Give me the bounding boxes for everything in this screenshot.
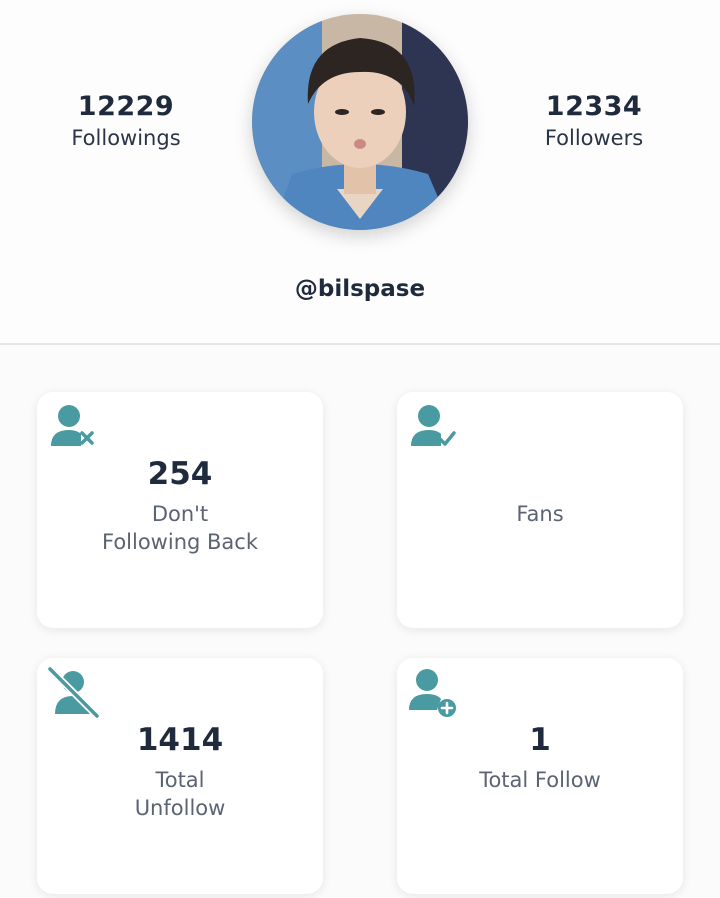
- followers-count: 12334: [545, 91, 643, 122]
- user-plus-icon: [407, 666, 459, 718]
- total-unfollow-count: 1414: [136, 722, 224, 758]
- followers-label: Followers: [544, 126, 644, 150]
- total-unfollow-label: Total Unfollow: [134, 768, 226, 820]
- followers-stat[interactable]: 12334 Followers: [494, 90, 694, 152]
- dont-following-back-label: Don't Following Back: [101, 502, 258, 554]
- user-slash-icon: [47, 666, 99, 718]
- total-unfollow-card[interactable]: 1414 Total Unfollow: [37, 658, 323, 894]
- fans-card[interactable]: Fans: [397, 392, 683, 628]
- followings-stat[interactable]: 12229 Followings: [26, 90, 226, 152]
- avatar-image: [252, 14, 468, 230]
- username: @bilspase: [294, 276, 426, 302]
- profile-header: 12229 Followings 12334 Followers @bilspa…: [0, 0, 720, 345]
- user-x-icon: [47, 400, 99, 452]
- user-check-icon: [407, 400, 459, 452]
- fans-label: Fans: [516, 502, 564, 526]
- total-follow-label: Total Follow: [479, 768, 601, 792]
- dont-following-back-count: 254: [147, 456, 213, 492]
- total-follow-card[interactable]: 1 Total Follow: [397, 658, 683, 894]
- total-follow-count: 1: [529, 722, 551, 758]
- dont-following-back-card[interactable]: 254 Don't Following Back: [37, 392, 323, 628]
- avatar[interactable]: [252, 14, 468, 230]
- followings-label: Followings: [71, 126, 181, 150]
- followings-count: 12229: [77, 91, 175, 122]
